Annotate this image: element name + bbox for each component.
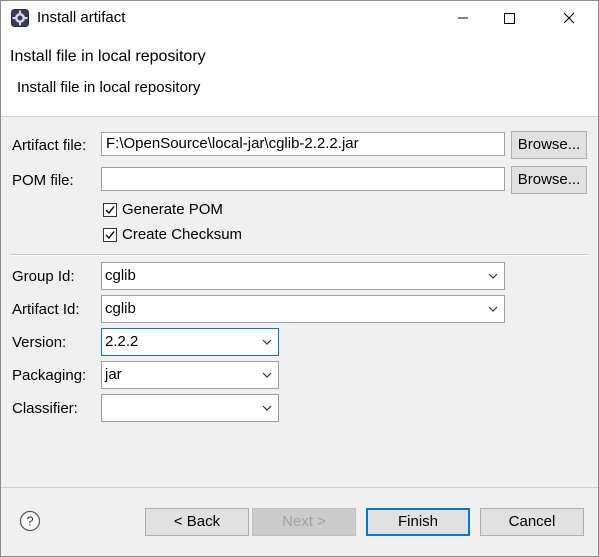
pom-file-label: POM file: bbox=[12, 172, 74, 189]
minimize-button[interactable] bbox=[440, 1, 486, 35]
close-icon bbox=[563, 12, 575, 24]
wizard-footer: ? < Back Next > Finish Cancel bbox=[1, 487, 598, 556]
artifact-file-label: Artifact file: bbox=[12, 137, 87, 154]
back-button[interactable]: < Back bbox=[145, 508, 249, 536]
cancel-button[interactable]: Cancel bbox=[480, 508, 584, 536]
svg-text:?: ? bbox=[26, 514, 33, 529]
install-artifact-dialog: Install artifact Install file in local r… bbox=[0, 0, 599, 557]
wizard-header: Install file in local repository Install… bbox=[1, 35, 598, 115]
version-value: 2.2.2 bbox=[105, 333, 139, 350]
classifier-label: Classifier: bbox=[12, 400, 78, 417]
minimize-icon bbox=[458, 17, 468, 19]
create-checksum-label[interactable]: Create Checksum bbox=[122, 226, 242, 243]
eclipse-gear-icon bbox=[11, 9, 29, 27]
close-button[interactable] bbox=[546, 1, 592, 35]
form-panel: Artifact file: F:\OpenSource\local-jar\c… bbox=[1, 116, 598, 487]
chevron-down-icon bbox=[488, 273, 498, 279]
maximize-icon bbox=[504, 13, 515, 24]
finish-button[interactable]: Finish bbox=[366, 508, 470, 536]
group-id-label: Group Id: bbox=[12, 268, 75, 285]
checkmark-icon bbox=[105, 206, 115, 215]
form-separator-highlight bbox=[10, 255, 588, 256]
packaging-value: jar bbox=[105, 366, 122, 383]
artifact-file-input[interactable]: F:\OpenSource\local-jar\cglib-2.2.2.jar bbox=[101, 132, 505, 156]
generate-pom-checkbox[interactable] bbox=[103, 203, 117, 217]
window-title: Install artifact bbox=[37, 9, 126, 26]
group-id-combo[interactable]: cglib bbox=[101, 262, 505, 290]
packaging-label: Packaging: bbox=[12, 367, 87, 384]
chevron-down-icon bbox=[488, 306, 498, 312]
maximize-button[interactable] bbox=[486, 1, 532, 35]
checkmark-icon bbox=[105, 231, 115, 240]
version-combo[interactable]: 2.2.2 bbox=[101, 328, 279, 356]
artifact-id-value: cglib bbox=[105, 300, 136, 317]
chevron-down-icon bbox=[262, 372, 272, 378]
chevron-down-icon bbox=[262, 405, 272, 411]
title-bar: Install artifact bbox=[1, 1, 598, 35]
chevron-down-icon bbox=[262, 339, 272, 345]
version-label: Version: bbox=[12, 334, 67, 351]
artifact-id-combo[interactable]: cglib bbox=[101, 295, 505, 323]
wizard-page-description: Install file in local repository bbox=[17, 79, 201, 96]
help-icon[interactable]: ? bbox=[19, 510, 41, 532]
next-button[interactable]: Next > bbox=[252, 508, 356, 536]
group-id-value: cglib bbox=[105, 267, 136, 284]
artifact-id-label: Artifact Id: bbox=[12, 301, 80, 318]
packaging-combo[interactable]: jar bbox=[101, 361, 279, 389]
generate-pom-label[interactable]: Generate POM bbox=[122, 201, 223, 218]
classifier-combo[interactable] bbox=[101, 394, 279, 422]
artifact-file-browse-button[interactable]: Browse... bbox=[511, 131, 587, 159]
pom-file-input[interactable] bbox=[101, 167, 505, 191]
create-checksum-checkbox[interactable] bbox=[103, 228, 117, 242]
wizard-page-title: Install file in local repository bbox=[10, 48, 206, 65]
pom-file-browse-button[interactable]: Browse... bbox=[511, 166, 587, 194]
